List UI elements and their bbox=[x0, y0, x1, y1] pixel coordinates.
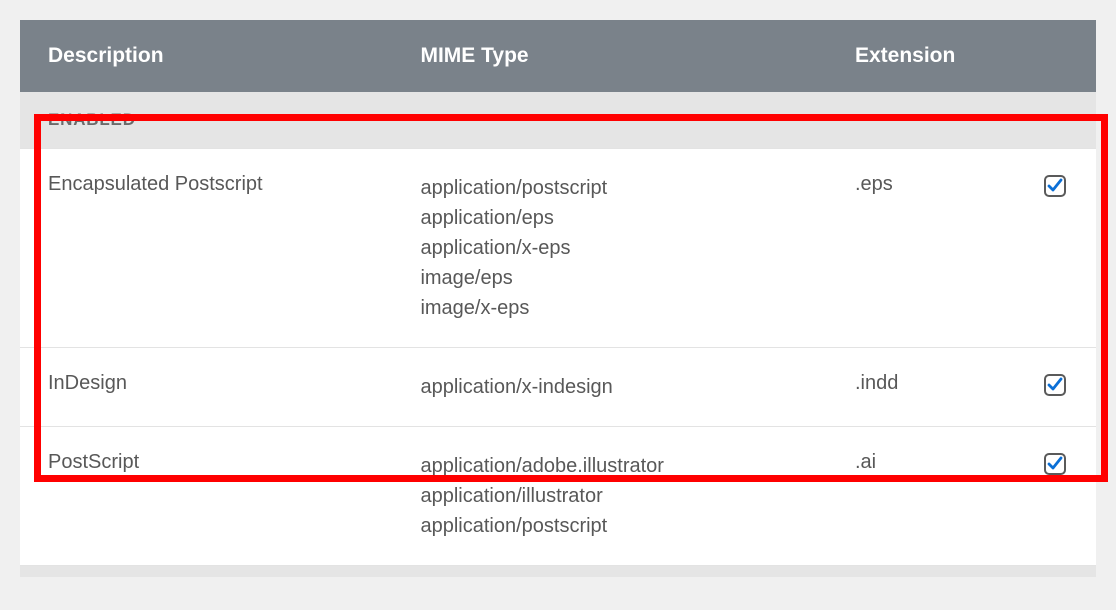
enabled-checkbox[interactable] bbox=[1044, 374, 1066, 396]
table-row: Encapsulated Postscriptapplication/posts… bbox=[20, 149, 1096, 348]
row-mime: application/postscriptapplication/epsapp… bbox=[392, 149, 827, 348]
row-description: InDesign bbox=[20, 348, 392, 427]
row-extension: .ai bbox=[827, 427, 1013, 566]
mime-value: application/postscript bbox=[420, 511, 799, 541]
section-label: ENABLED bbox=[20, 92, 1096, 149]
row-extension: .indd bbox=[827, 348, 1013, 427]
check-icon bbox=[1045, 454, 1065, 474]
mime-types-table: Description MIME Type Extension ENABLED … bbox=[20, 20, 1096, 565]
table-footer-stub bbox=[20, 565, 1096, 577]
mime-value: application/x-indesign bbox=[420, 372, 799, 402]
header-description: Description bbox=[20, 20, 392, 92]
row-mime: application/adobe.illustratorapplication… bbox=[392, 427, 827, 566]
row-description: Encapsulated Postscript bbox=[20, 149, 392, 348]
row-extension: .eps bbox=[827, 149, 1013, 348]
enabled-checkbox[interactable] bbox=[1044, 175, 1066, 197]
row-mime: application/x-indesign bbox=[392, 348, 827, 427]
mime-value: application/x-eps bbox=[420, 233, 799, 263]
table-header: Description MIME Type Extension bbox=[20, 20, 1096, 92]
mime-value: image/x-eps bbox=[420, 293, 799, 323]
check-icon bbox=[1045, 375, 1065, 395]
mime-value: application/postscript bbox=[420, 173, 799, 203]
header-extension: Extension bbox=[827, 20, 1013, 92]
check-icon bbox=[1045, 176, 1065, 196]
mime-value: application/illustrator bbox=[420, 481, 799, 511]
header-mime: MIME Type bbox=[392, 20, 827, 92]
mime-value: image/eps bbox=[420, 263, 799, 293]
table-row: PostScriptapplication/adobe.illustratora… bbox=[20, 427, 1096, 566]
mime-value: application/adobe.illustrator bbox=[420, 451, 799, 481]
section-enabled: ENABLED bbox=[20, 92, 1096, 149]
mime-value: application/eps bbox=[420, 203, 799, 233]
mime-table-wrap: Description MIME Type Extension ENABLED … bbox=[20, 20, 1096, 577]
table-row: InDesign application/x-indesign .indd bbox=[20, 348, 1096, 427]
enabled-checkbox[interactable] bbox=[1044, 453, 1066, 475]
row-description: PostScript bbox=[20, 427, 392, 566]
